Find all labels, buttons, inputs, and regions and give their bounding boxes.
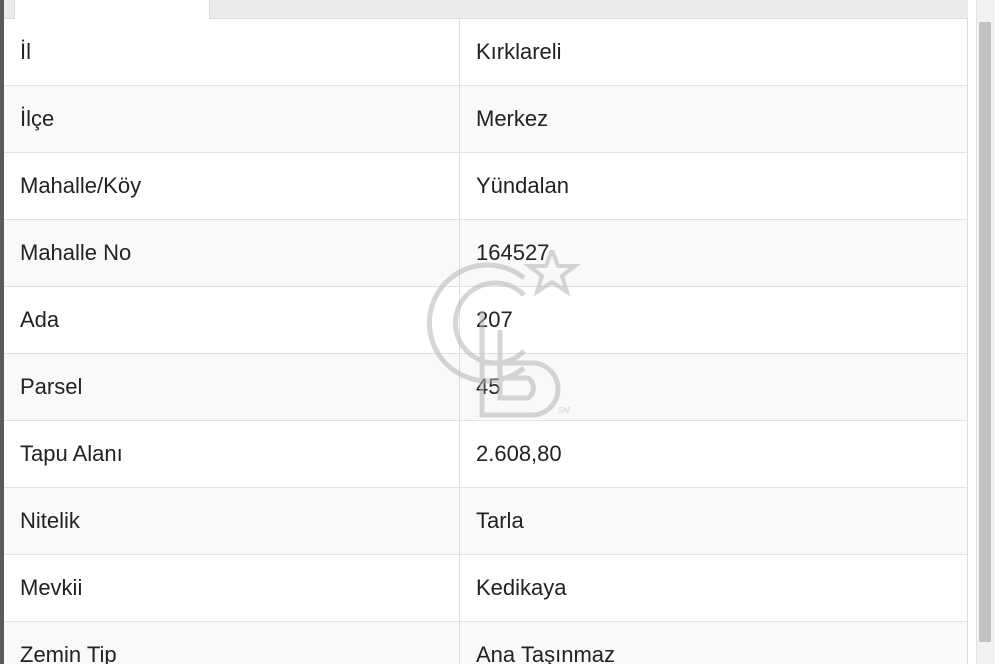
row-value-mahalle-no: 164527 [459,219,968,287]
tab-bar [4,0,968,19]
table-row: Mahalle/Köy Yündalan [4,152,968,220]
row-label-tapu-alani: Tapu Alanı [4,420,460,488]
table-row: Zemin Tip Ana Taşınmaz [4,621,968,664]
row-value-parsel: 45 [459,353,968,421]
table-row: Parsel 45 [4,353,968,421]
table-row: Mevkii Kedikaya [4,554,968,622]
row-label-parsel: Parsel [4,353,460,421]
parcel-info-table: İl Kırklareli İlçe Merkez Mahalle/Köy Yü… [4,19,968,664]
row-value-nitelik: Tarla [459,487,968,555]
table-row: Ada 207 [4,286,968,354]
parcel-info-dialog: İl Kırklareli İlçe Merkez Mahalle/Köy Yü… [4,0,968,664]
row-value-zemin-tip: Ana Taşınmaz [459,621,968,664]
row-label-mevkii: Mevkii [4,554,460,622]
row-value-tapu-alani: 2.608,80 [459,420,968,488]
table-row: İlçe Merkez [4,85,968,153]
table-row: Tapu Alanı 2.608,80 [4,420,968,488]
table-row: Mahalle No 164527 [4,219,968,287]
row-value-il: Kırklareli [459,19,968,86]
screen-frame: İl Kırklareli İlçe Merkez Mahalle/Köy Yü… [0,0,1000,664]
row-value-ilce: Merkez [459,85,968,153]
scrollbar-thumb[interactable] [979,22,991,642]
row-label-ilce: İlçe [4,85,460,153]
row-label-il: İl [4,19,460,86]
row-value-ada: 207 [459,286,968,354]
row-label-nitelik: Nitelik [4,487,460,555]
table-row: İl Kırklareli [4,19,968,86]
row-label-zemin-tip: Zemin Tip [4,621,460,664]
row-value-mevkii: Kedikaya [459,554,968,622]
table-row: Nitelik Tarla [4,487,968,555]
row-label-mahalle-no: Mahalle No [4,219,460,287]
tab-active[interactable] [14,0,210,19]
row-value-mahalle-koy: Yündalan [459,152,968,220]
row-label-mahalle-koy: Mahalle/Köy [4,152,460,220]
row-label-ada: Ada [4,286,460,354]
